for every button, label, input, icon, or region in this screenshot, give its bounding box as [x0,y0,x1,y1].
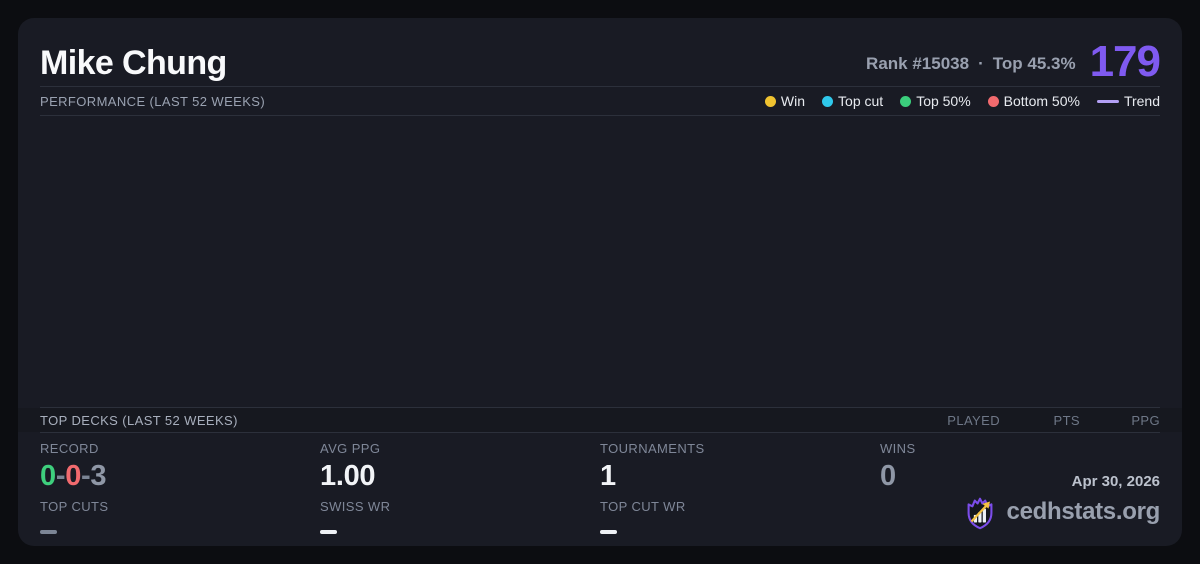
avg-ppg-value: 1.00 [320,460,376,492]
stat-label: TOP CUTS [40,499,109,514]
legend-item-bottom-50: Bottom 50% [987,93,1080,109]
legend-item-top-cut: Top cut [822,93,883,109]
top-cut-dot-icon [822,95,834,107]
record-losses: 0 [65,460,82,492]
stat-label: WINS [880,441,916,456]
stat-top-cuts: TOP CUTS [40,499,320,534]
performance-chart-area [18,116,1182,407]
stat-swiss-wr: SWISS WR [320,499,600,534]
top-50-dot-icon [900,95,912,107]
player-name: Mike Chung [40,44,227,82]
record-value: 0-0-3 [40,460,107,492]
player-stats-card: Mike Chung Rank #15038 · Top 45.3% 179 P… [18,18,1182,546]
trend-line-icon [1096,99,1119,103]
performance-section-title: PERFORMANCE (LAST 52 WEEKS) [40,93,266,109]
swiss-wr-empty-value [320,530,337,534]
chart-legend: Win Top cut Top 50% Bottom 50% Trend [764,93,1160,109]
legend-label: Win [780,93,806,109]
legend-label: Bottom 50% [1003,93,1080,109]
legend-item-trend: Trend [1096,93,1160,109]
top-decks-title: TOP DECKS (LAST 52 WEEKS) [40,412,238,428]
card-footer: Apr 30, 2026 cedhstats.org [961,473,1160,531]
legend-item-win: Win [764,93,806,109]
card-header: Mike Chung Rank #15038 · Top 45.3% 179 [18,18,1182,86]
bottom-50-dot-icon [987,95,999,107]
top-percent-text: Top 45.3% [992,54,1076,73]
stat-label: RECORD [40,441,99,456]
record-wins: 0 [40,460,56,492]
stat-avg-ppg: AVG PPG 1.00 [320,441,600,492]
stat-tournaments: TOURNAMENTS 1 [600,441,880,492]
stat-label: TOURNAMENTS [600,441,705,456]
rank-line: Rank #15038 · Top 45.3% [866,54,1076,84]
stat-label: AVG PPG [320,441,381,456]
column-header-played: PLAYED [947,412,1000,428]
win-dot-icon [764,95,776,107]
record-draws: 3 [90,460,107,492]
legend-item-top-50: Top 50% [900,93,971,109]
legend-label: Top cut [838,93,884,109]
performance-header-row: PERFORMANCE (LAST 52 WEEKS) Win Top cut … [18,87,1182,115]
legend-label: Trend [1123,93,1160,109]
column-header-pts: PTS [1053,412,1080,428]
column-header-ppg: PPG [1131,412,1160,428]
site-name: cedhstats.org [1006,498,1161,525]
legend-label: Top 50% [916,93,971,109]
stat-label: SWISS WR [320,499,391,514]
stat-top-cut-wr: TOP CUT WR [600,499,880,534]
rank-text: Rank #15038 [866,54,970,73]
top-cuts-empty-value [40,530,57,534]
top-cut-wr-empty-value [600,530,617,534]
top-decks-header-row: TOP DECKS (LAST 52 WEEKS) PLAYED PTS PPG [18,408,1182,432]
stat-label: TOP CUT WR [600,499,686,514]
rank-separator-dot: · [978,54,984,73]
top-decks-column-headers: PLAYED PTS PPG [920,413,1160,428]
player-score: 179 [1089,37,1161,86]
site-branding[interactable]: cedhstats.org [961,493,1160,531]
tournaments-value: 1 [600,460,616,492]
generated-date: Apr 30, 2026 [1071,473,1160,490]
cedhstats-shield-logo-icon [967,497,992,530]
stat-record: RECORD 0-0-3 [40,441,320,492]
rank-summary: Rank #15038 · Top 45.3% 179 [866,37,1161,86]
